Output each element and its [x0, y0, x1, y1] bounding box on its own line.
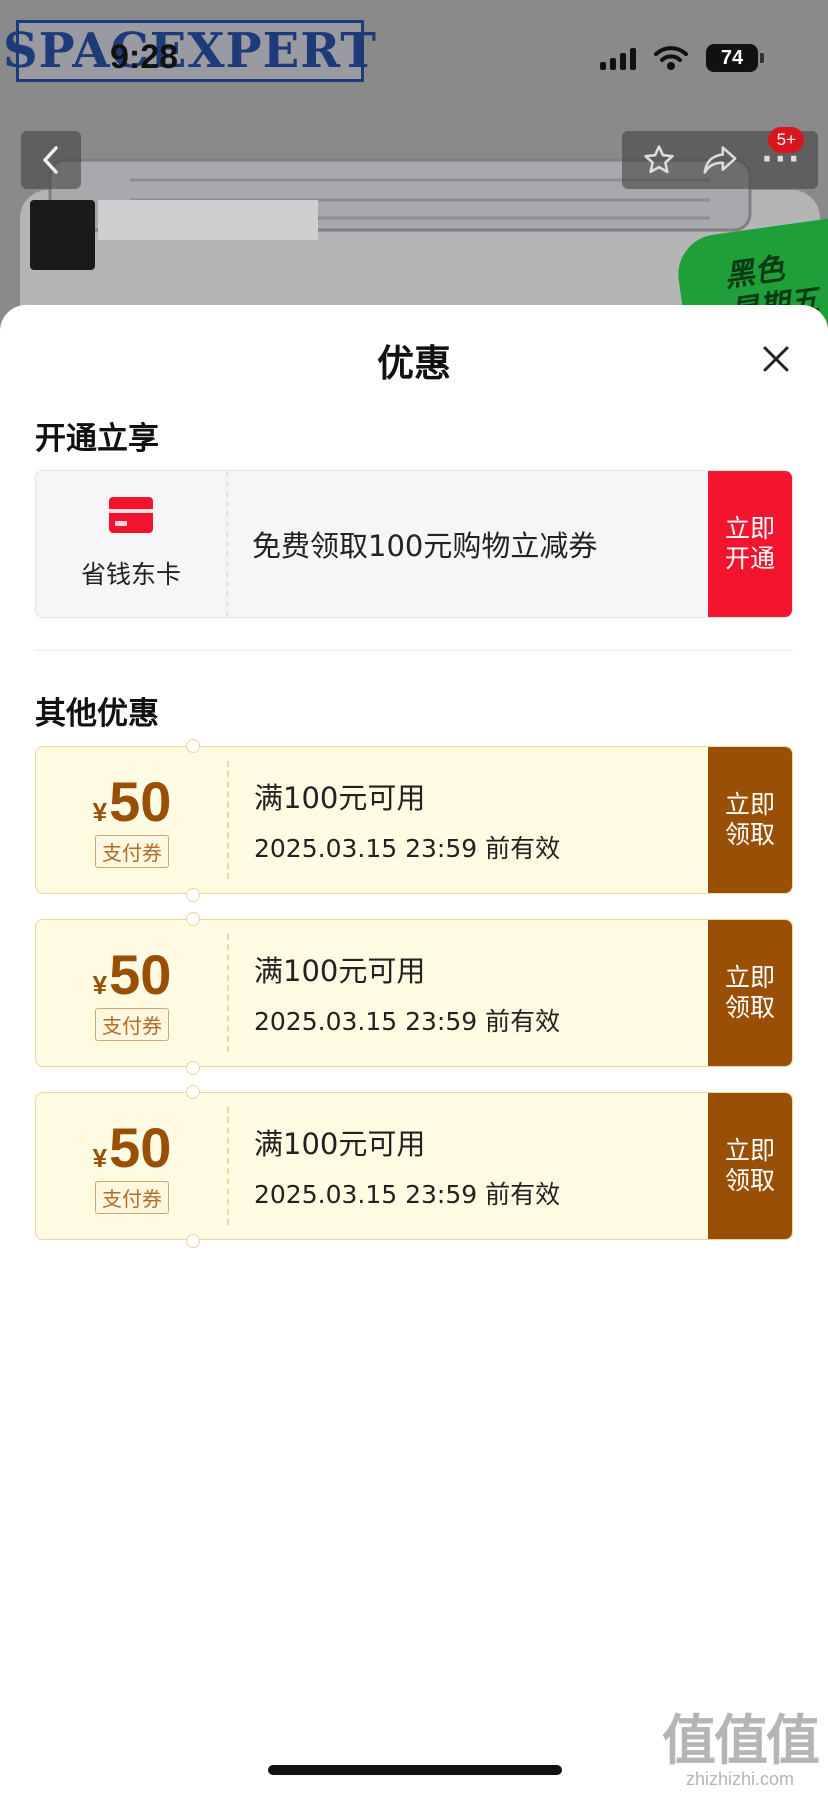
- section-title-other-offers: 其他优惠: [35, 696, 159, 732]
- membership-card: 省钱东卡 免费领取100元购物立减券 立即 开通: [35, 470, 793, 618]
- claim-coupon-button[interactable]: 立即 领取: [708, 1093, 792, 1239]
- coupon-info: 满100元可用 2025.03.15 23:59 前有效: [228, 920, 708, 1066]
- status-time: 9:28: [110, 38, 179, 76]
- battery-icon: 74: [706, 44, 764, 72]
- sheet-title: 优惠: [377, 342, 451, 385]
- section-title-membership: 开通立享: [35, 421, 159, 457]
- coupon-notch: [186, 1061, 200, 1075]
- wifi-icon: [654, 46, 688, 70]
- close-button[interactable]: [760, 343, 792, 375]
- coupon-notch: [186, 1234, 200, 1248]
- section-divider: [35, 650, 793, 651]
- coupon-condition: 满100元可用: [254, 781, 426, 815]
- chevron-left-icon: [43, 146, 58, 174]
- coupon-card: ¥ 50 支付券 满100元可用 2025.03.15 23:59 前有效 立即…: [35, 746, 793, 894]
- coupon-condition: 满100元可用: [254, 1127, 426, 1161]
- coupon-condition: 满100元可用: [254, 954, 426, 988]
- coupon-expiry: 2025.03.15 23:59 前有效: [254, 834, 561, 863]
- brand-logo-text: SPACEXPERT: [3, 23, 377, 79]
- watermark: 值值值 zhizhizhi.com: [662, 1696, 820, 1790]
- share-icon: [703, 146, 737, 174]
- product-page-background: SPACEXPERT 9:28 74 ··· 5+ 黑色: [0, 0, 828, 340]
- currency-symbol: ¥: [92, 969, 108, 1000]
- signal-icon: [600, 46, 636, 70]
- favorite-button[interactable]: [634, 135, 684, 185]
- membership-description: 免费领取100元购物立减券: [252, 529, 598, 563]
- coupon-type-tag: 支付券: [95, 1180, 169, 1214]
- coupon-type-tag: 支付券: [95, 1007, 169, 1041]
- top-action-bar: ··· 5+: [622, 127, 818, 189]
- claim-coupon-button[interactable]: 立即 领取: [708, 920, 792, 1066]
- coupon-value: ¥ 50 支付券: [36, 747, 229, 893]
- coupon-value: ¥ 50 支付券: [36, 1093, 229, 1239]
- coupon-amount: 50: [109, 1115, 172, 1179]
- activate-button[interactable]: 立即 开通: [708, 471, 792, 617]
- card-icon: [109, 497, 153, 533]
- coupon-expiry: 2025.03.15 23:59 前有效: [254, 1007, 561, 1036]
- coupon-notch: [186, 1085, 200, 1099]
- membership-card-name: 省钱东卡: [80, 560, 181, 589]
- coupon-value: ¥ 50 支付券: [36, 920, 229, 1066]
- coupon-info: 满100元可用 2025.03.15 23:59 前有效: [228, 1093, 708, 1239]
- home-indicator: [268, 1765, 562, 1775]
- status-icons: 74: [600, 44, 764, 72]
- notification-badge: 5+: [768, 127, 805, 153]
- coupon-card: ¥ 50 支付券 满100元可用 2025.03.15 23:59 前有效 立即…: [35, 1092, 793, 1240]
- coupon-amount: 50: [109, 769, 172, 833]
- coupon-notch: [186, 739, 200, 753]
- membership-card-left: 省钱东卡: [36, 471, 228, 617]
- coupon-notch: [186, 888, 200, 902]
- more-button[interactable]: ··· 5+: [756, 127, 806, 185]
- back-button[interactable]: [21, 131, 81, 189]
- coupon-notch: [186, 912, 200, 926]
- currency-symbol: ¥: [92, 1142, 108, 1173]
- coupon-amount: 50: [109, 942, 172, 1006]
- offers-sheet: 优惠 开通立享 省钱东卡 免费领取100元购物立减券 立即 开通 其他优惠 ¥ …: [0, 305, 828, 1796]
- currency-symbol: ¥: [92, 796, 108, 827]
- coupon-info: 满100元可用 2025.03.15 23:59 前有效: [228, 747, 708, 893]
- share-button[interactable]: [695, 135, 745, 185]
- coupon-card: ¥ 50 支付券 满100元可用 2025.03.15 23:59 前有效 立即…: [35, 919, 793, 1067]
- claim-coupon-button[interactable]: 立即 领取: [708, 747, 792, 893]
- watermark-logo: 值值值: [662, 1709, 820, 1772]
- close-icon: [763, 346, 789, 372]
- coupon-expiry: 2025.03.15 23:59 前有效: [254, 1180, 561, 1209]
- coupon-type-tag: 支付券: [95, 834, 169, 868]
- star-icon: [643, 145, 674, 174]
- brand-logo: SPACEXPERT: [3, 20, 376, 82]
